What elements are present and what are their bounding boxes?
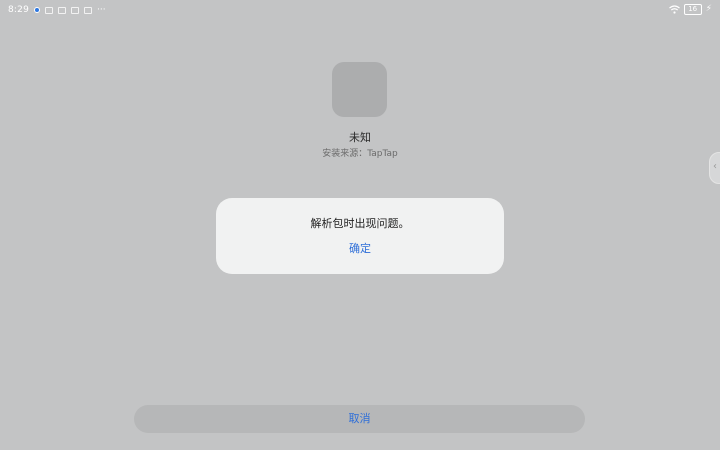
notification-icon [58, 6, 67, 14]
app-name: 未知 [349, 131, 371, 144]
more-notifications-icon: ··· [97, 4, 106, 15]
charging-icon: ⚡ [705, 4, 712, 14]
chevron-left-icon: ‹ [713, 161, 717, 172]
notification-icon [84, 6, 93, 14]
app-icon [332, 62, 387, 117]
cancel-button[interactable]: 取消 [134, 405, 585, 433]
error-dialog: 解析包时出现问题。 确定 [216, 198, 504, 274]
notification-icon [71, 6, 80, 14]
battery-icon: 16 [683, 4, 702, 15]
side-panel-handle[interactable]: ‹ [709, 152, 720, 184]
status-right: 16 ⚡ [668, 4, 712, 15]
status-bar: 8:29 ··· 16 ⚡ [0, 0, 720, 22]
dialog-message: 解析包时出现问题。 [310, 217, 410, 230]
notification-icon [45, 6, 54, 14]
notification-app-icon [34, 7, 41, 13]
wifi-icon [668, 5, 680, 14]
install-source: 安装来源：TapTap [322, 149, 398, 159]
status-left: 8:29 ··· [8, 5, 106, 15]
confirm-button[interactable]: 确定 [325, 238, 395, 260]
status-time: 8:29 [8, 5, 30, 15]
